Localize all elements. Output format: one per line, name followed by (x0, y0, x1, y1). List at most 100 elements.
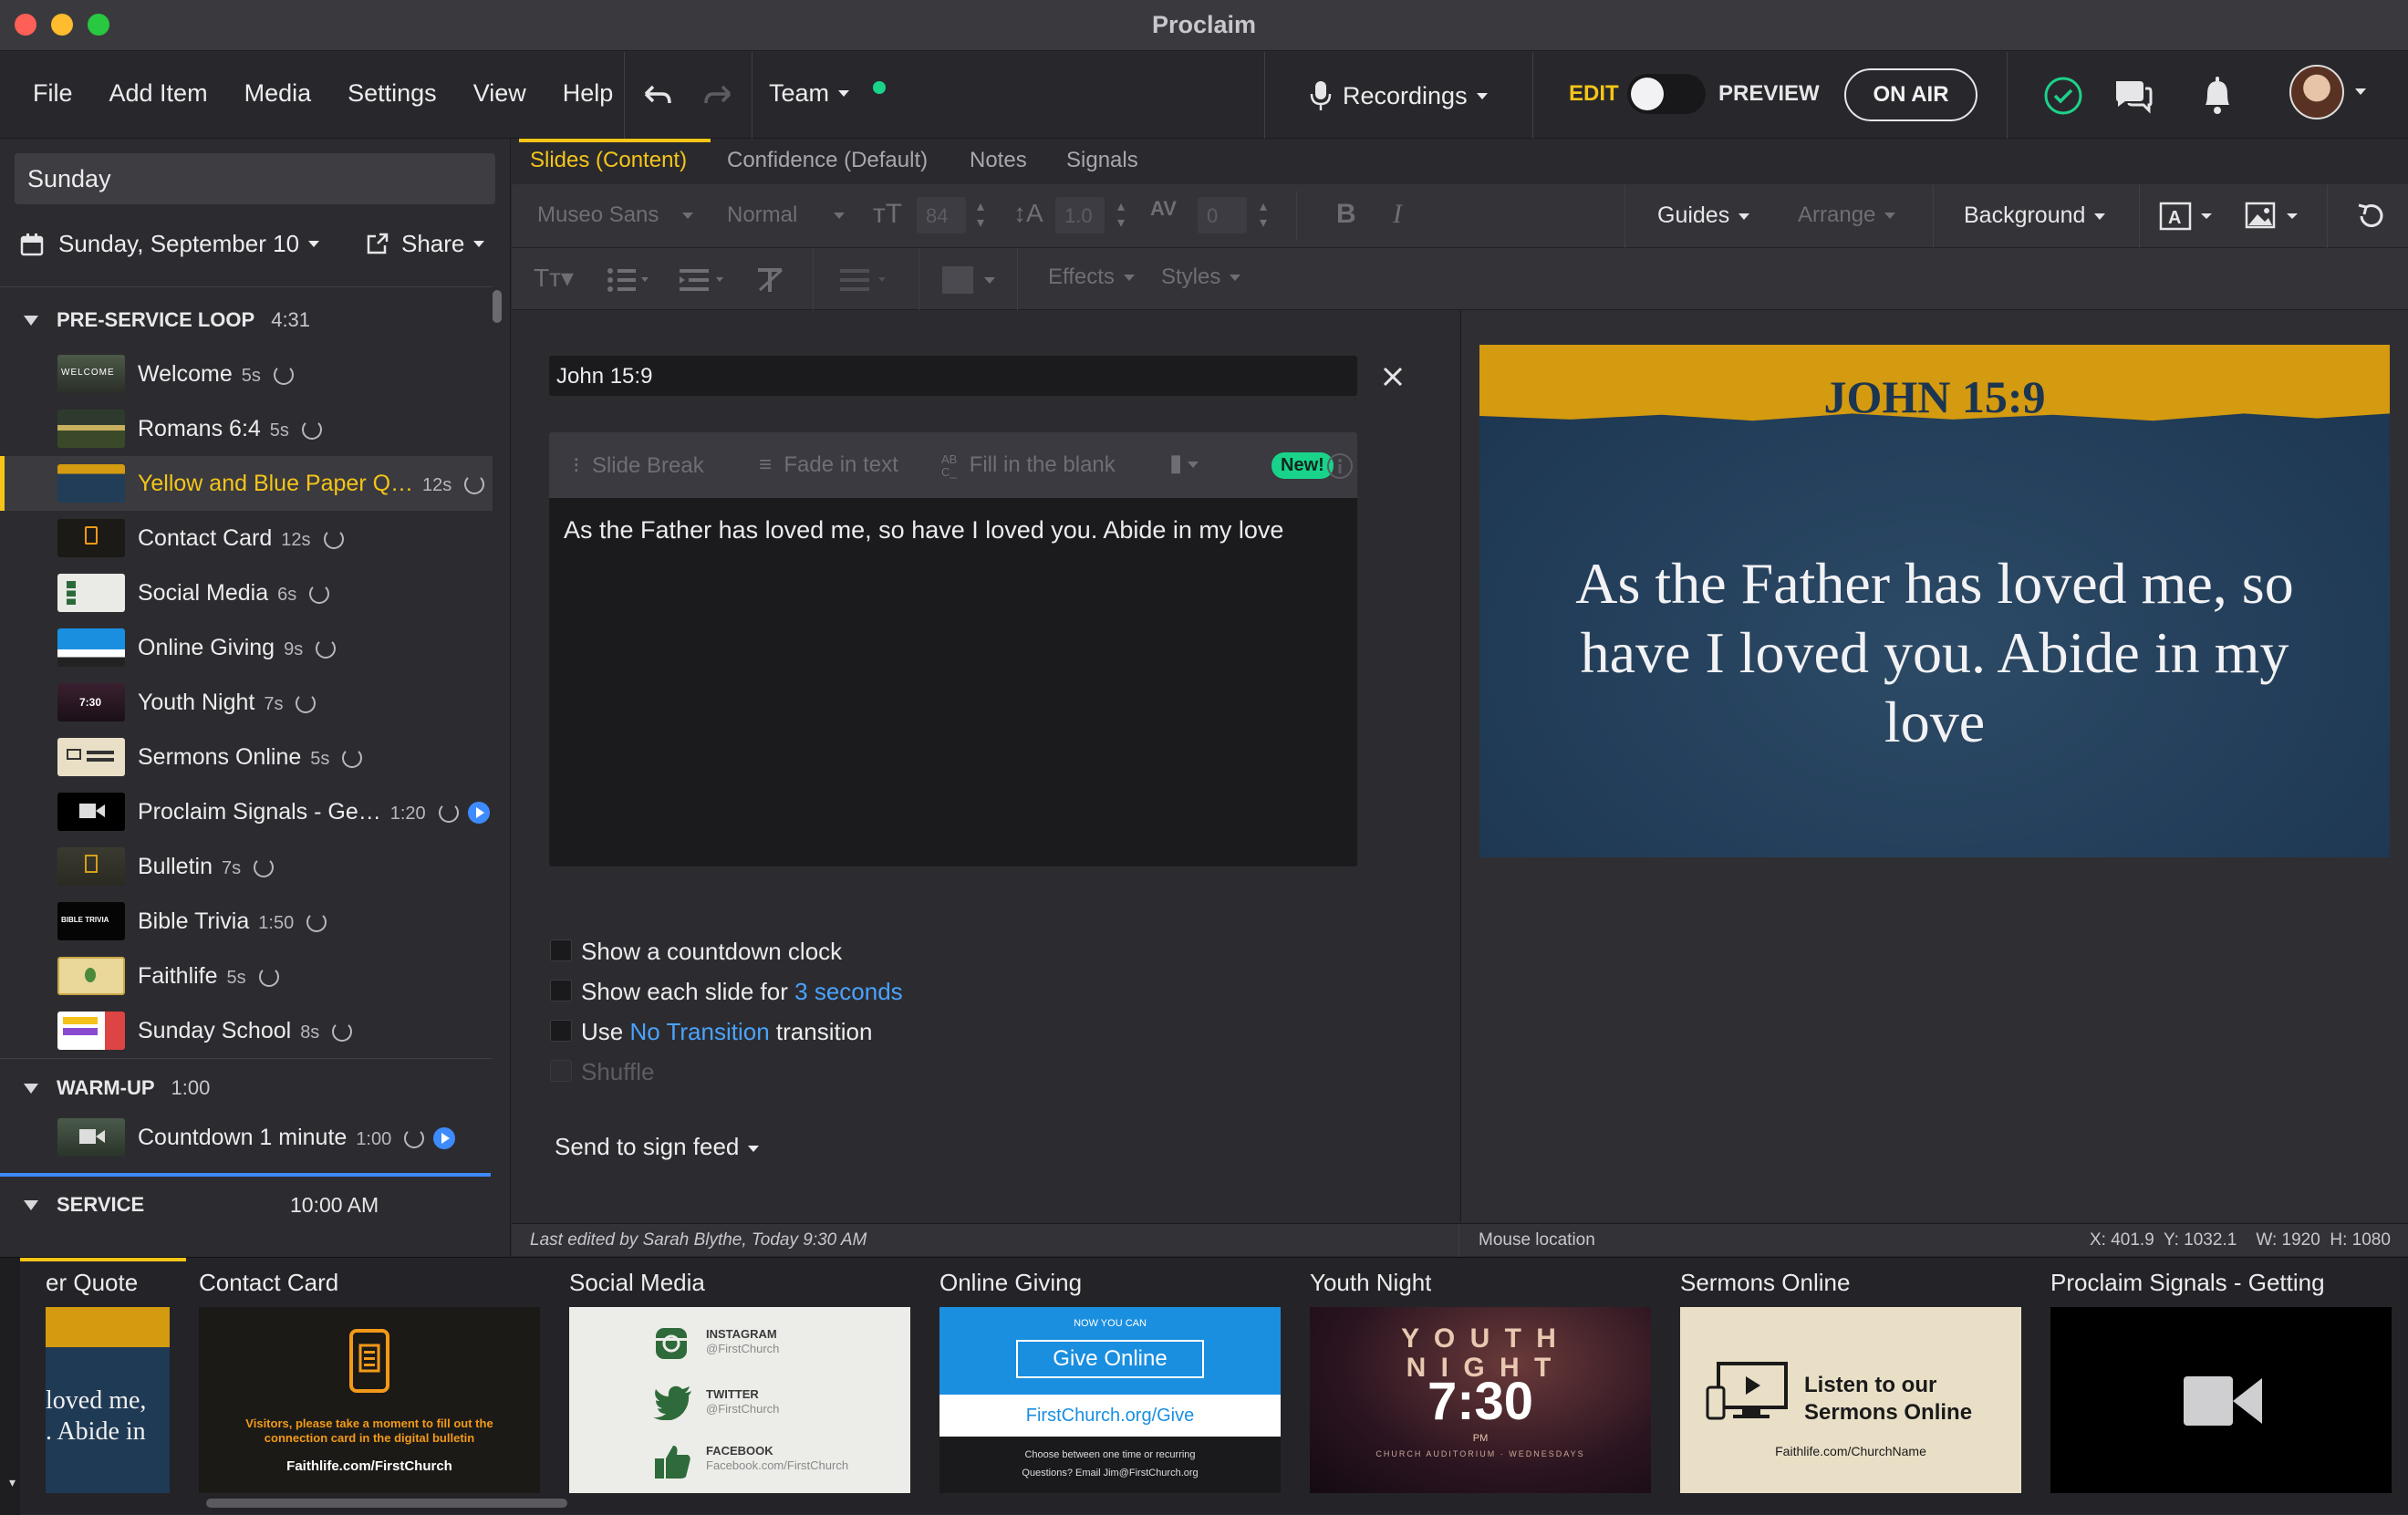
list-item[interactable]: BIBLE TRIVIA Bible Trivia 1:50 (0, 894, 493, 949)
list-item[interactable]: Sunday School 8s (0, 1003, 493, 1058)
font-family-select[interactable]: Museo Sans (537, 202, 694, 228)
slide-preview[interactable]: JOHN 15:9 As the Father has loved me, so… (1479, 345, 2390, 857)
letter-spacing-stepper[interactable]: ▴ ▾ (1260, 199, 1267, 232)
list-item[interactable]: WELCOME Welcome 5s (0, 347, 493, 401)
team-menu[interactable]: Team (769, 79, 829, 108)
list-item[interactable]: Bulletin 7s (0, 839, 493, 894)
text-align-icon[interactable] (840, 266, 895, 294)
presentation-name-field[interactable]: Sunday (15, 153, 495, 204)
group-service[interactable]: SERVICE (24, 1193, 144, 1217)
notifications-bell-icon[interactable] (2198, 74, 2237, 116)
loop-icon (273, 364, 294, 385)
group-warm-up[interactable]: WARM-UP 1:00 (24, 1076, 210, 1100)
twitter-icon (653, 1385, 691, 1420)
edit-preview-toggle[interactable] (1627, 74, 1706, 114)
avatar-chevron-down-icon[interactable] (2355, 88, 2366, 95)
filmstrip-thumb-youth-night[interactable]: Y O U T H N I G H T 7:30 PM CHURCH AUDIT… (1310, 1307, 1651, 1493)
info-icon[interactable] (1326, 452, 1354, 480)
play-icon[interactable] (433, 1126, 456, 1149)
user-avatar[interactable] (2289, 65, 2344, 119)
menu-media[interactable]: Media (244, 79, 312, 108)
font-size-input[interactable]: 84 (917, 197, 966, 233)
effects-menu[interactable]: Effects (1048, 265, 1135, 290)
arrange-menu[interactable]: Arrange (1798, 202, 1896, 228)
text-color-swatch[interactable] (942, 266, 973, 294)
redo-icon[interactable] (701, 81, 737, 112)
filmstrip-thumb-proclaim-signals[interactable] (2050, 1307, 2392, 1493)
filmstrip-label: er Quote (46, 1269, 139, 1296)
slide-title-input[interactable]: John 15:9 (549, 356, 1357, 396)
share-button[interactable]: Share (365, 230, 485, 258)
bullet-list-icon[interactable] (607, 266, 654, 294)
slide-duration-checkbox[interactable] (550, 980, 572, 1001)
filmstrip-thumb-quote[interactable]: loved me, . Abide in (46, 1307, 170, 1493)
team-chevron-down-icon (838, 90, 850, 97)
slide-content-editor[interactable]: As the Father has loved me, so have I lo… (549, 498, 1357, 866)
clear-formatting-icon[interactable] (756, 266, 787, 294)
filmstrip-thumb-contact-card[interactable]: Visitors, please take a moment to fill o… (199, 1307, 540, 1493)
marker-icon[interactable]: ▮ (1169, 449, 1199, 477)
menu-add-item[interactable]: Add Item (109, 79, 208, 108)
sidebar-scrollbar[interactable] (493, 290, 502, 323)
list-item[interactable]: Online Giving 9s (0, 620, 493, 675)
menu-file[interactable]: File (33, 79, 73, 108)
background-menu[interactable]: Background (1964, 202, 2106, 229)
menu-settings[interactable]: Settings (348, 79, 437, 108)
countdown-checkbox[interactable] (550, 939, 572, 961)
shuffle-checkbox[interactable] (550, 1060, 572, 1082)
list-item[interactable]: 7:30 Youth Night 7s (0, 675, 493, 730)
menu-help[interactable]: Help (563, 79, 614, 108)
list-item[interactable]: Romans 6:4 5s (0, 401, 493, 456)
italic-button[interactable]: I (1393, 199, 1402, 230)
text-color-chevron-down-icon[interactable] (984, 277, 995, 284)
styles-menu[interactable]: Styles (1161, 265, 1241, 290)
close-icon[interactable] (1383, 367, 1403, 387)
list-item[interactable]: Faithlife 5s (0, 949, 493, 1003)
fill-in-blank-button[interactable]: AB C_ Fill in the blank (941, 452, 1116, 479)
fade-in-text-button[interactable]: ≡ Fade in text (759, 452, 898, 478)
text-case-icon[interactable]: Tт▾ (534, 263, 574, 293)
undo-icon[interactable] (638, 81, 675, 112)
list-item[interactable]: Proclaim Signals - Ge… 1:20 (0, 784, 493, 839)
font-weight-select[interactable]: Normal (727, 202, 846, 228)
guides-menu[interactable]: Guides (1657, 202, 1750, 229)
letter-spacing-input[interactable]: 0 (1198, 197, 1247, 233)
list-item[interactable]: Contact Card 12s (0, 511, 493, 566)
tab-confidence[interactable]: Confidence (Default) (727, 148, 928, 173)
menu-view[interactable]: View (473, 79, 526, 108)
recordings-menu[interactable]: Recordings (1308, 79, 1488, 112)
collapse-triangle-icon (24, 315, 38, 326)
tab-slides-content[interactable]: Slides (Content) (530, 148, 687, 173)
slide-duration-link[interactable]: 3 seconds (794, 978, 903, 1005)
image-insert-icon[interactable] (2245, 201, 2299, 232)
reset-icon[interactable] (2354, 199, 2389, 233)
filmstrip-thumb-sermons-online[interactable]: Listen to our Sermons Online Faithlife.c… (1680, 1307, 2021, 1493)
slide-break-button[interactable]: ⁝ Slide Break (573, 452, 704, 479)
date-selector[interactable]: Sunday, September 10 (20, 230, 320, 258)
play-icon[interactable] (467, 801, 490, 824)
send-to-sign-feed-menu[interactable]: Send to sign feed (555, 1133, 760, 1161)
sync-check-icon[interactable] (2043, 76, 2083, 116)
filmstrip-thumb-social-media[interactable]: INSTAGRAM @FirstChurch TWITTER @FirstChu… (569, 1307, 910, 1493)
filmstrip-scrollbar[interactable] (206, 1499, 567, 1508)
chat-icon[interactable] (2112, 76, 2154, 116)
list-item-selected[interactable]: Yellow and Blue Paper Q… 12s (0, 456, 493, 511)
filmstrip-expand-chevron-icon[interactable]: ▾ (9, 1475, 16, 1490)
tab-notes[interactable]: Notes (970, 148, 1027, 173)
group-pre-service-loop[interactable]: PRE-SERVICE LOOP 4:31 (24, 308, 310, 332)
line-height-stepper[interactable]: ▴ ▾ (1117, 199, 1125, 232)
list-item[interactable]: Sermons Online 5s (0, 730, 493, 784)
list-item[interactable]: Social Media 6s (0, 566, 493, 620)
bold-button[interactable]: B (1336, 199, 1356, 230)
on-air-button[interactable]: ON AIR (1844, 68, 1977, 121)
transition-checkbox[interactable] (550, 1020, 572, 1042)
list-item[interactable]: Countdown 1 minute 1:00 (0, 1110, 493, 1165)
tab-signals[interactable]: Signals (1066, 148, 1138, 173)
transition-link[interactable]: No Transition (629, 1018, 769, 1045)
filmstrip-thumb-online-giving[interactable]: NOW YOU CAN Give Online FirstChurch.org/… (939, 1307, 1281, 1493)
text-box-icon[interactable]: A (2159, 201, 2214, 232)
line-height-input[interactable]: 1.0 (1055, 197, 1105, 233)
indent-icon[interactable] (680, 266, 731, 294)
letter-spacing-icon: AV (1150, 197, 1177, 220)
font-size-stepper[interactable]: ▴ ▾ (977, 199, 984, 232)
